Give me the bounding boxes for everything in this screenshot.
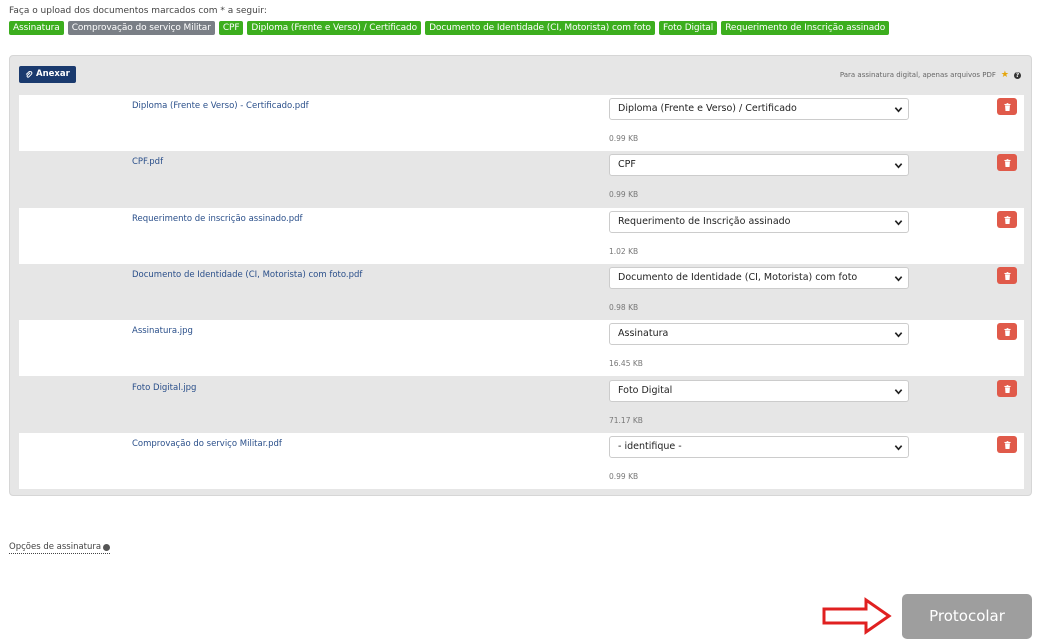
required-documents-tags: Assinatura Comprovação do serviço Milita… <box>9 21 890 37</box>
document-type-value: CPF <box>618 159 636 170</box>
delete-file-button[interactable] <box>997 211 1017 228</box>
trash-icon <box>1003 102 1011 111</box>
red-arrow-icon <box>822 597 892 635</box>
document-type-value: Diploma (Frente e Verso) / Certificado <box>618 103 797 114</box>
delete-file-button[interactable] <box>997 154 1017 171</box>
chevron-down-icon <box>894 163 903 169</box>
file-name-link[interactable]: Diploma (Frente e Verso) - Certificado.p… <box>132 101 309 111</box>
chevron-down-icon <box>894 445 903 451</box>
signature-options-label: Opções de assinatura <box>9 542 102 552</box>
tag-foto-digital: Foto Digital <box>658 21 718 35</box>
chevron-down-icon <box>894 220 903 226</box>
document-type-select[interactable]: Diploma (Frente e Verso) / Certificado <box>609 98 909 120</box>
trash-icon <box>1003 271 1011 280</box>
document-type-value: Foto Digital <box>618 385 673 396</box>
document-type-value: - identifique - <box>618 441 682 452</box>
delete-file-button[interactable] <box>997 98 1017 115</box>
attachments-panel: Anexar Para assinatura digital, apenas a… <box>9 55 1032 496</box>
delete-file-button[interactable] <box>997 267 1017 284</box>
pdf-signature-note-text: Para assinatura digital, apenas arquivos… <box>839 71 996 79</box>
help-icon[interactable]: ? <box>1014 71 1021 79</box>
document-type-value: Assinatura <box>618 328 669 339</box>
tag-cpf: CPF <box>218 21 244 35</box>
chevron-down-icon <box>894 107 903 113</box>
tag-diploma: Diploma (Frente e Verso) / Certificado <box>247 21 422 35</box>
file-row: Documento de Identidade (CI, Motorista) … <box>19 264 1024 320</box>
attach-button-label: Anexar <box>36 69 70 79</box>
file-size: 0.99 KB <box>609 190 639 199</box>
paperclip-icon <box>25 70 33 78</box>
document-type-select[interactable]: Documento de Identidade (CI, Motorista) … <box>609 267 909 289</box>
trash-icon <box>1003 440 1011 449</box>
document-type-value: Documento de Identidade (CI, Motorista) … <box>618 272 858 283</box>
document-type-select[interactable]: Requerimento de Inscrição assinado <box>609 211 909 233</box>
document-type-select[interactable]: Assinatura <box>609 323 909 345</box>
file-size: 71.17 KB <box>609 416 643 425</box>
file-name-link[interactable]: CPF.pdf <box>132 157 163 167</box>
file-size: 0.99 KB <box>609 134 639 143</box>
file-size: 16.45 KB <box>609 359 643 368</box>
delete-file-button[interactable] <box>997 323 1017 340</box>
tag-comprovacao-servico-militar: Comprovação do serviço Militar <box>67 21 215 35</box>
file-name-link[interactable]: Requerimento de inscrição assinado.pdf <box>132 214 303 224</box>
chevron-down-icon <box>894 389 903 395</box>
signature-options-link[interactable]: Opções de assinatura <box>9 542 111 554</box>
file-row: Foto Digital.jpg Foto Digital 71.17 KB <box>19 377 1024 433</box>
upload-instructions: Faça o upload dos documentos marcados co… <box>9 6 267 16</box>
file-name-link[interactable]: Foto Digital.jpg <box>132 383 196 393</box>
file-size: 1.02 KB <box>609 247 639 256</box>
attach-button[interactable]: Anexar <box>19 66 76 83</box>
document-type-select[interactable]: Foto Digital <box>609 380 909 402</box>
document-type-select[interactable]: CPF <box>609 154 909 176</box>
delete-file-button[interactable] <box>997 436 1017 453</box>
trash-icon <box>1003 215 1011 224</box>
file-row: Assinatura.jpg Assinatura 16.45 KB <box>19 320 1024 376</box>
file-row: Requerimento de inscrição assinado.pdf R… <box>19 208 1024 264</box>
document-type-select[interactable]: - identifique - <box>609 436 909 458</box>
tag-documento-identidade: Documento de Identidade (CI, Motorista) … <box>425 21 655 35</box>
tag-requerimento: Requerimento de Inscrição assinado <box>721 21 890 35</box>
file-row: Comprovação do serviço Militar.pdf - ide… <box>19 433 1024 489</box>
protocolar-button[interactable]: Protocolar <box>902 594 1032 639</box>
file-name-link[interactable]: Documento de Identidade (CI, Motorista) … <box>132 270 362 280</box>
chevron-down-icon <box>894 276 903 282</box>
trash-icon <box>1003 158 1011 167</box>
tag-assinatura: Assinatura <box>9 21 64 35</box>
chevron-down-icon <box>894 332 903 338</box>
document-type-value: Requerimento de Inscrição assinado <box>618 216 791 227</box>
trash-icon <box>1003 327 1011 336</box>
file-row: CPF.pdf CPF 0.99 KB <box>19 151 1024 207</box>
star-icon: ★ <box>1000 70 1009 80</box>
file-name-link[interactable]: Assinatura.jpg <box>132 326 193 336</box>
gear-icon <box>103 543 111 551</box>
delete-file-button[interactable] <box>997 380 1017 397</box>
file-name-link[interactable]: Comprovação do serviço Militar.pdf <box>132 439 282 449</box>
pdf-signature-note: Para assinatura digital, apenas arquivos… <box>840 70 1021 80</box>
trash-icon <box>1003 384 1011 393</box>
file-size: 0.99 KB <box>609 472 639 481</box>
file-size: 0.98 KB <box>609 303 639 312</box>
file-row: Diploma (Frente e Verso) - Certificado.p… <box>19 95 1024 151</box>
